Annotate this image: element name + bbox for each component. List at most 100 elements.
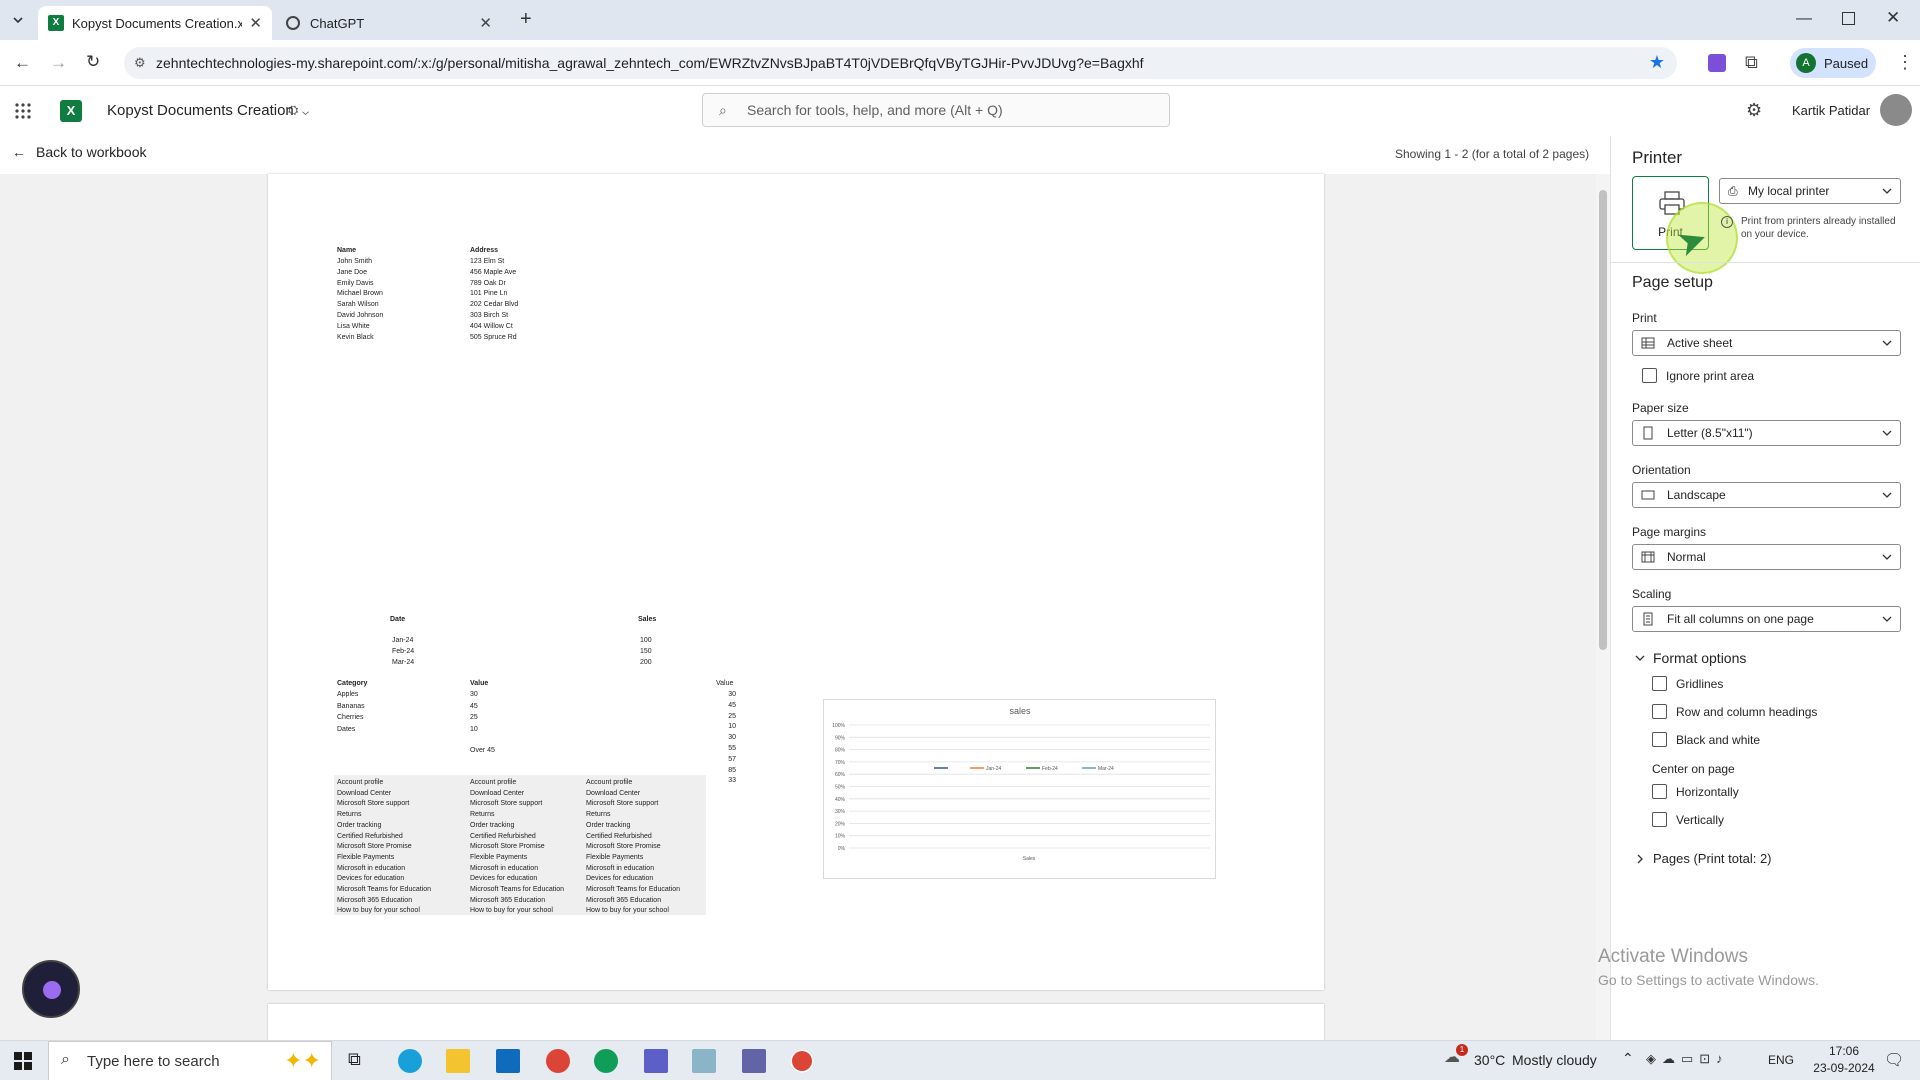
extension-icon[interactable] xyxy=(1708,54,1726,72)
margins-select[interactable]: Normal xyxy=(1632,544,1901,570)
teams-icon[interactable] xyxy=(742,1049,766,1073)
horizontally-checkbox[interactable] xyxy=(1652,784,1667,799)
chrome-profile-icon[interactable] xyxy=(594,1049,618,1073)
url-bar[interactable]: ⚙ zehntechtechnologies-my.sharepoint.com… xyxy=(124,47,1677,79)
tab-chatgpt[interactable]: ChatGPT ✕ xyxy=(276,6,502,40)
weather-temp[interactable]: 30°C xyxy=(1474,1052,1505,1068)
tab-search-icon[interactable] xyxy=(10,12,26,28)
page-icon xyxy=(1641,426,1655,440)
row-col-headings-checkbox[interactable] xyxy=(1652,704,1667,719)
format-options-toggle[interactable]: Format options xyxy=(1635,650,1746,666)
tab-kopyst[interactable]: X Kopyst Documents Creation.xls ✕ xyxy=(38,6,272,40)
table-cell: 505 Spruce Rd xyxy=(470,333,517,341)
table-cell: 30 xyxy=(728,691,736,698)
gridlines-checkbox[interactable] xyxy=(1652,676,1667,691)
link-cell: Order tracking xyxy=(470,821,515,829)
close-window-icon[interactable]: ✕ xyxy=(1886,8,1900,28)
puzzle-icon[interactable]: ⧉ xyxy=(1745,52,1758,73)
system-tray-icons[interactable]: ◈☁▭⊡♪ xyxy=(1646,1051,1729,1067)
scaling-select[interactable]: Fit all columns on one page xyxy=(1632,606,1901,632)
link-cell: Download Center xyxy=(586,789,641,797)
sync-status-icon[interactable]: ⛭ ⌄ xyxy=(288,102,309,118)
mail-icon[interactable] xyxy=(496,1049,520,1073)
weather-text[interactable]: Mostly cloudy xyxy=(1512,1052,1597,1068)
back-to-workbook-link[interactable]: ← Back to workbook xyxy=(12,144,147,160)
site-info-icon[interactable]: ⚙ xyxy=(134,55,146,71)
activate-windows-subtitle: Go to Settings to activate Windows. xyxy=(1598,972,1819,988)
language-indicator[interactable]: ENG xyxy=(1768,1053,1794,1067)
black-white-checkbox[interactable] xyxy=(1652,732,1667,747)
windows-start-icon[interactable] xyxy=(14,1052,32,1070)
search-input[interactable]: ⌕ Search for tools, help, and more (Alt … xyxy=(702,93,1170,127)
link-cell: Flexible Payments xyxy=(470,853,528,861)
bookmark-star-icon[interactable]: ★ xyxy=(1649,52,1665,73)
close-tab-icon[interactable]: ✕ xyxy=(479,14,492,32)
scaling-value: Fit all columns on one page xyxy=(1667,612,1814,626)
link-cell: Microsoft Store Promise xyxy=(337,843,412,851)
preview-scrollbar[interactable] xyxy=(1596,174,1610,1040)
excel-logo-icon[interactable]: X xyxy=(60,100,82,122)
chart-y-tick: 70% xyxy=(835,760,846,766)
link-cell: Returns xyxy=(337,811,362,819)
paper-size-select[interactable]: Letter (8.5"x11") xyxy=(1632,420,1901,446)
paper-size-value: Letter (8.5"x11") xyxy=(1667,426,1753,440)
print-what-select[interactable]: Active sheet xyxy=(1632,330,1901,356)
restore-icon[interactable] xyxy=(1842,12,1855,25)
link-cell: How to buy for your school xyxy=(586,907,669,915)
link-cell: Order tracking xyxy=(337,821,382,829)
show-hidden-icons-icon[interactable]: ⌃ xyxy=(1622,1050,1634,1067)
new-tab-icon[interactable]: + xyxy=(520,8,532,31)
chrome-active-icon[interactable] xyxy=(790,1049,814,1073)
horizontally-label: Horizontally xyxy=(1676,785,1739,799)
clock-date[interactable]: 23-09-2024 xyxy=(1808,1061,1880,1075)
table-header: Date xyxy=(390,616,406,623)
file-explorer-icon[interactable] xyxy=(446,1049,470,1073)
table-icon xyxy=(1641,336,1655,350)
search-placeholder: Search for tools, help, and more (Alt + … xyxy=(747,102,1003,118)
ignore-print-area-checkbox[interactable] xyxy=(1642,368,1657,383)
table-cell: Jane Doe xyxy=(337,268,367,276)
print-preview-area[interactable]: Name Address John Smith 123 Elm St Jane Doe 4… xyxy=(0,174,1596,1064)
link-cell: Account profile xyxy=(470,779,517,786)
menu-dots-icon[interactable]: ⋮ xyxy=(1896,52,1914,73)
link-cell: Download Center xyxy=(470,789,525,797)
orientation-select[interactable]: Landscape xyxy=(1632,482,1901,508)
chart-y-tick: 40% xyxy=(835,797,846,803)
link-cell: Microsoft 365 Education xyxy=(337,896,413,904)
assistant-orb-icon xyxy=(43,981,61,999)
files-icon[interactable] xyxy=(692,1049,716,1073)
clock-time[interactable]: 17:06 xyxy=(1812,1044,1876,1058)
chevron-down-icon xyxy=(1882,490,1892,500)
table-cell: 789 Oak Dr xyxy=(470,279,506,287)
app-icon[interactable] xyxy=(644,1049,668,1073)
scrollbar-thumb[interactable] xyxy=(1599,190,1607,650)
table-header: Sales xyxy=(638,616,657,623)
user-avatar[interactable] xyxy=(1880,94,1912,126)
link-cell: Account profile xyxy=(337,779,384,786)
reload-icon[interactable]: ↻ xyxy=(86,52,100,72)
link-cell: Flexible Payments xyxy=(337,853,395,861)
notifications-icon[interactable]: 🗨 xyxy=(1884,1050,1904,1070)
user-name[interactable]: Kartik Patidar xyxy=(1792,103,1870,118)
chart-y-tick: 80% xyxy=(835,748,846,754)
link-cell: Microsoft in education xyxy=(470,864,539,872)
assistant-button[interactable] xyxy=(22,960,80,1018)
minimize-icon[interactable]: — xyxy=(1796,10,1812,28)
close-tab-icon[interactable]: ✕ xyxy=(249,14,262,32)
app-launcher-icon[interactable] xyxy=(14,102,32,120)
vertically-checkbox[interactable] xyxy=(1652,812,1667,827)
pages-toggle[interactable]: Pages (Print total: 2) xyxy=(1635,851,1772,866)
forward-icon[interactable]: → xyxy=(50,53,67,73)
edge-icon[interactable] xyxy=(398,1049,422,1073)
chrome-icon[interactable] xyxy=(546,1049,570,1073)
settings-gear-icon[interactable]: ⚙ xyxy=(1746,100,1762,121)
profile-button[interactable]: A Paused xyxy=(1790,48,1876,78)
table-cell: 123 Elm St xyxy=(470,258,505,265)
task-view-icon[interactable]: ⧉ xyxy=(348,1049,372,1073)
arrow-left-icon: ← xyxy=(12,144,26,160)
taskbar-search-input[interactable]: ⌕ Type here to search ✦✦ xyxy=(48,1041,332,1080)
document-title[interactable]: Kopyst Documents Creation xyxy=(107,102,294,119)
printer-select[interactable]: ⎙ My local printer xyxy=(1719,178,1901,204)
back-icon[interactable]: ← xyxy=(14,53,31,73)
link-cell: Returns xyxy=(586,811,611,819)
